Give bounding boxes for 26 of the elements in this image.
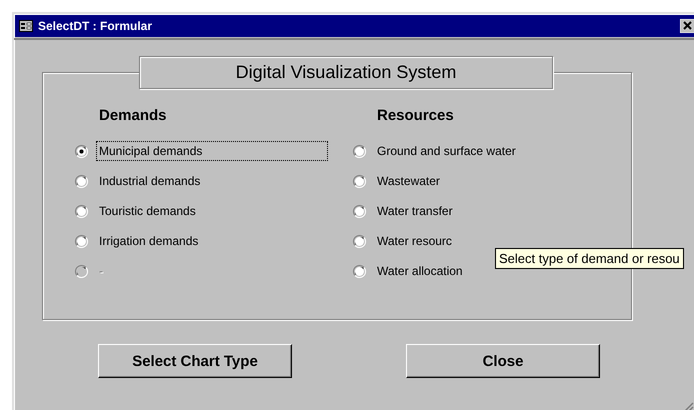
- radio-option[interactable]: Touristic demands: [75, 196, 199, 226]
- radio-button[interactable]: [75, 144, 88, 158]
- radio-option[interactable]: Water resourc: [353, 226, 455, 256]
- radio-option[interactable]: Water transfer: [353, 196, 456, 226]
- radio-button[interactable]: [75, 204, 88, 218]
- group-title: Resources: [377, 107, 455, 124]
- group-title: Demands: [99, 107, 168, 124]
- form-heading: Digital Visualization System: [139, 56, 553, 89]
- close-button[interactable]: Close: [406, 344, 600, 378]
- radio-button[interactable]: [75, 174, 88, 188]
- select-chart-type-button[interactable]: Select Chart Type: [98, 344, 292, 378]
- radio-button[interactable]: [353, 204, 366, 218]
- form-icon: [19, 20, 33, 32]
- radio-button[interactable]: [75, 234, 88, 248]
- radio-option[interactable]: Ground and surface water: [353, 136, 519, 166]
- radio-button[interactable]: [353, 174, 366, 188]
- radio-button[interactable]: [353, 144, 366, 158]
- radio-button[interactable]: [353, 264, 366, 278]
- radio-option[interactable]: Wastewater: [353, 166, 443, 196]
- radio-button[interactable]: [353, 234, 366, 248]
- tooltip: Select type of demand or resou: [495, 248, 684, 269]
- window-title: SelectDT : Formular: [38, 19, 152, 33]
- close-icon[interactable]: [680, 19, 694, 33]
- radio-option[interactable]: Water allocation: [353, 256, 466, 286]
- radio-option[interactable]: Irrigation demands: [75, 226, 202, 256]
- radio-option[interactable]: Industrial demands: [75, 166, 204, 196]
